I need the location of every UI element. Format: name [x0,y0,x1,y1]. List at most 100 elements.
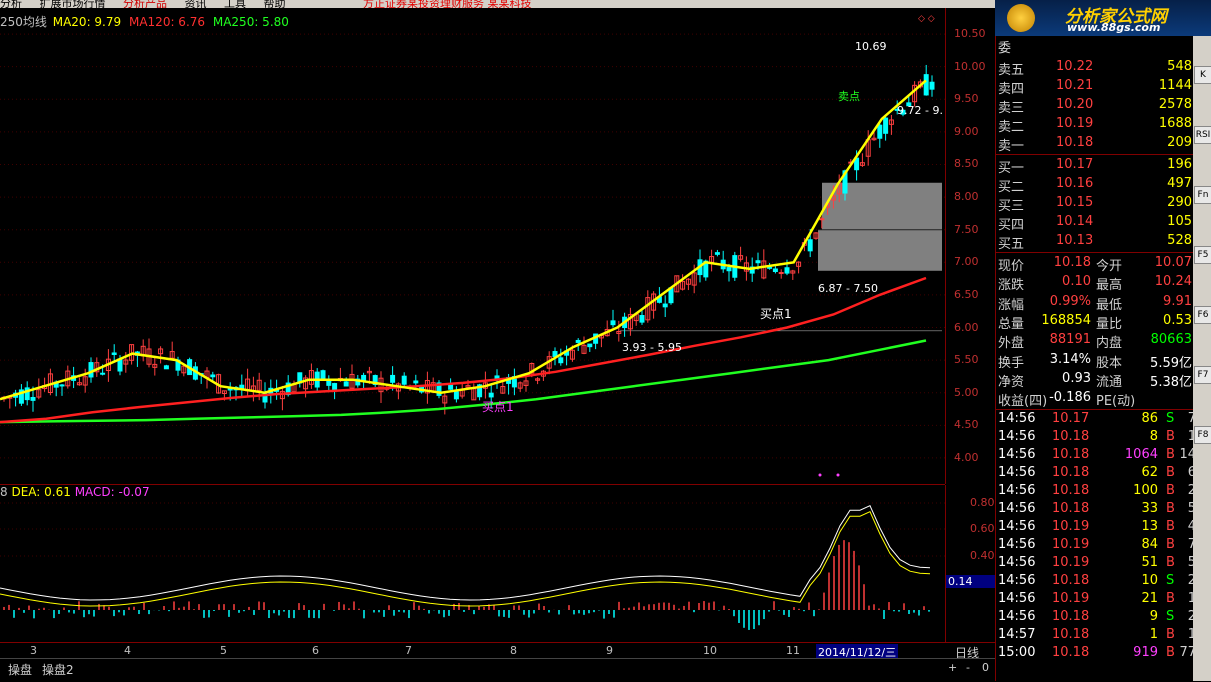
stat-label: 收益(四) [998,394,1048,410]
sidebar-button[interactable]: F6 [1194,306,1211,324]
stat-value: 10.24 [1154,274,1192,290]
ask-label: 卖一 [998,139,1025,154]
bid-price: 10.16 [1056,176,1094,191]
tick-side: B [1166,591,1175,606]
tick-volume: 86 [1141,411,1158,426]
stat-value: 10.07 [1154,255,1192,270]
tick-volume: 100 [1133,483,1158,498]
candle-body [662,303,668,308]
bid-label: 买四 [998,218,1025,233]
bid-price: 10.15 [1056,195,1094,210]
menu-item[interactable]: 工具 [224,0,246,8]
candle-body [453,391,459,400]
tick-volume: 1 [1149,627,1158,642]
bid-row: 买五 10.13 528 [996,232,1194,252]
sidebar-button[interactable]: F8 [1194,426,1211,444]
ask-volume: 548 [1167,59,1192,74]
candle-body [88,362,94,378]
tick-volume: 8 [1149,429,1158,444]
sidebar-button[interactable]: F5 [1194,246,1211,264]
tick-volume: 62 [1141,465,1158,480]
menu-item[interactable]: 资讯 [185,0,207,8]
candle-body [163,365,169,370]
price-tick: 9.50 [954,92,979,106]
bid-label: 买五 [998,237,1025,252]
bid-label: 买二 [998,180,1025,195]
bid-volume: 528 [1167,233,1192,248]
price-tick: 7.50 [954,222,979,236]
stat-value: 88191 [1049,332,1091,348]
chart-options-icon[interactable]: ◇ ◇ [918,14,935,24]
sidebar-button[interactable]: Fn [1194,186,1211,204]
tick-volume: 919 [1133,645,1158,660]
tick-time: 14:56 [998,411,1036,426]
price-tick: 5.50 [954,353,979,367]
sidebar-button[interactable]: K [1194,66,1211,84]
tick-time: 14:56 [998,519,1036,534]
ask-price: 10.22 [1056,59,1094,74]
menu-item[interactable]: 帮助 [264,0,286,8]
kline-chart[interactable]: 250均线 MA20: 9.79 MA120: 6.76 MA250: 5.80… [0,8,945,485]
ask-label: 卖五 [998,63,1025,78]
tab-caopan[interactable]: 操盘 [8,661,32,678]
stat-value: 3.14% [1049,351,1091,367]
tick-side: B [1166,429,1175,444]
stat-row: 现价 10.18 今开 10.07 [996,254,1194,274]
macd-prefix: 8 [0,485,8,499]
menu-item[interactable]: 分析 [0,0,22,8]
price-tick: 10.50 [954,27,986,41]
tick-price: 10.18 [1052,429,1090,444]
sidebar-button[interactable]: F7 [1194,366,1211,384]
stat-label: 量比 [1096,316,1123,332]
ask-volume: 1144 [1158,78,1192,93]
ask-volume: 1688 [1158,116,1192,131]
tick-time: 14:56 [998,609,1036,624]
kline-canvas [0,33,945,477]
macd-header: 8 DEA: 0.61 MACD: -0.07 [0,485,150,499]
tick-side: B [1166,483,1175,498]
macd-current-value: 0.14 [946,575,996,588]
tick-volume: 1064 [1124,447,1158,462]
stat-label: 涨跌 [998,278,1025,294]
logo-icon [1007,4,1035,32]
ask-row: 卖三 10.20 2578 [996,96,1194,116]
price-tick: 6.50 [954,287,979,301]
tick-row: 14:56 10.19 84 B 7 [996,536,1196,555]
zoom-out-button[interactable]: - [966,661,970,674]
bid-volume: 497 [1167,176,1192,191]
tick-side: S [1166,609,1175,624]
price-box-upper [822,182,942,230]
tick-volume: 9 [1149,609,1158,624]
tab-caopan2[interactable]: 操盘2 [42,661,74,678]
candle-body [575,339,581,343]
buy-point-label: 买点1 [482,400,514,414]
candle-body [923,74,929,96]
reset-button[interactable]: 0 [982,661,989,674]
tick-row: 14:56 10.18 10 S 2 [996,572,1196,591]
date-tick: 10 [703,644,717,657]
stat-value: 0.93 [1062,370,1091,386]
macd-tick: 0.60 [970,522,995,535]
zoom-in-button[interactable]: + [948,661,957,674]
price-tick: 10.00 [954,59,986,73]
stat-value: 5.59亿 [1150,355,1192,371]
ask-row: 卖一 10.18 209 [996,134,1194,154]
ask-row: 卖五 10.22 548 [996,58,1194,78]
menu-item[interactable]: 分析产品 [123,0,167,8]
bid-label: 买一 [998,161,1025,176]
macd-chart[interactable]: 8 DEA: 0.61 MACD: -0.07 [0,485,945,642]
stat-label: PE(动) [1096,394,1136,410]
tool-sidebar: K RSI Fn F5 F6 F7 F8 [1193,36,1211,681]
tick-price: 10.18 [1052,483,1090,498]
menu-bar: 分析 扩展市场行情 分析产品 资讯 工具 帮助 方正证券某投资理财服务 某某科技 [0,0,1000,8]
buy-point-label: 买点1 [760,307,792,321]
sidebar-button[interactable]: RSI [1194,126,1211,144]
bottom-tab-bar: 操盘 操盘2 + - 0 [0,658,995,682]
tick-side: B [1166,627,1175,642]
tick-price: 10.18 [1052,627,1090,642]
tick-side: B [1166,501,1175,516]
menu-item[interactable]: 扩展市场行情 [40,0,106,8]
ask-price: 10.19 [1056,116,1094,131]
ma20-line [0,79,927,401]
high-price-label: 10.69 [855,40,887,53]
